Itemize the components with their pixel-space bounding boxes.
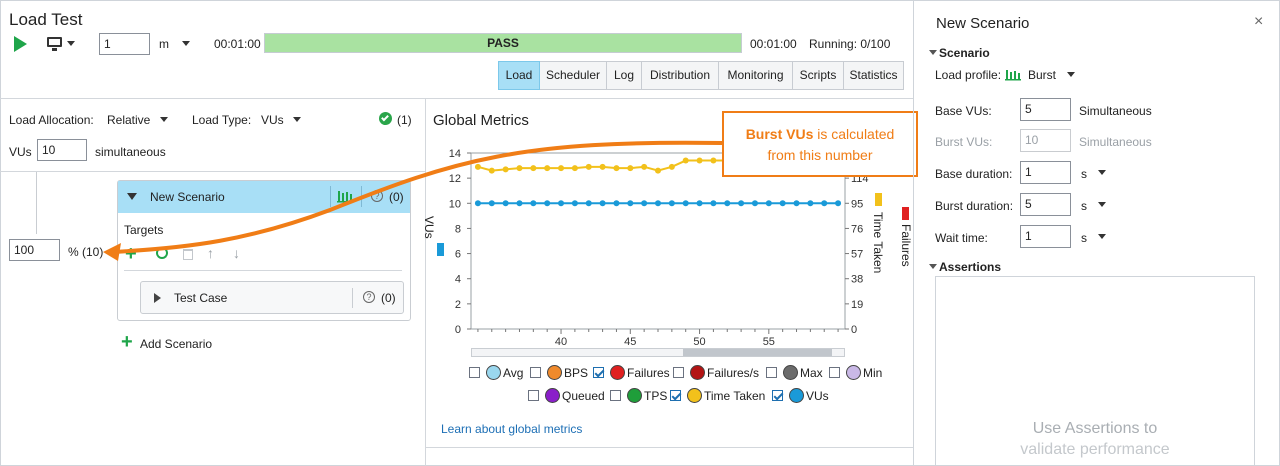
panel-title: New Scenario bbox=[936, 15, 1030, 32]
wait-time-input[interactable]: 1 bbox=[1020, 225, 1071, 248]
burst-vus-suffix: Simultaneous bbox=[1079, 135, 1152, 149]
assertions-area: Use Assertions to validate performance bbox=[935, 276, 1255, 466]
callout-box: Burst VUs is calculated from this number bbox=[722, 111, 918, 177]
chevron-down-icon[interactable] bbox=[1098, 170, 1106, 175]
callout-bold: Burst VUs bbox=[745, 126, 814, 142]
section-assertions: Assertions bbox=[939, 260, 1002, 274]
burst-duration-label: Burst duration: bbox=[935, 199, 1014, 213]
collapse-assertions-icon[interactable] bbox=[929, 264, 937, 269]
load-profile-select[interactable]: Burst bbox=[1028, 68, 1056, 82]
chevron-down-icon[interactable] bbox=[1098, 202, 1106, 207]
chevron-down-icon[interactable] bbox=[1067, 72, 1075, 77]
callout-text: is calculated bbox=[813, 126, 895, 142]
panel-divider bbox=[913, 0, 914, 466]
chevron-down-icon[interactable] bbox=[1098, 234, 1106, 239]
close-icon[interactable]: × bbox=[1254, 13, 1263, 31]
assertions-hint-1: Use Assertions to bbox=[1032, 420, 1158, 437]
burst-vus-input: 10 bbox=[1020, 129, 1071, 152]
collapse-scenario-icon[interactable] bbox=[929, 50, 937, 55]
base-duration-label: Base duration: bbox=[935, 167, 1013, 181]
burst-duration-input[interactable]: 5 bbox=[1020, 193, 1071, 216]
load-profile-label: Load profile: bbox=[935, 68, 1002, 82]
base-duration-input[interactable]: 1 bbox=[1020, 161, 1071, 184]
burst-duration-unit[interactable]: s bbox=[1081, 199, 1087, 213]
section-scenario: Scenario bbox=[939, 46, 990, 60]
assertions-hint-2: validate performance bbox=[1020, 441, 1170, 458]
base-vus-suffix: Simultaneous bbox=[1079, 104, 1152, 118]
burst-vus-label: Burst VUs: bbox=[935, 135, 993, 149]
base-vus-input[interactable]: 5 bbox=[1020, 98, 1071, 121]
wait-time-unit[interactable]: s bbox=[1081, 231, 1087, 245]
base-duration-unit[interactable]: s bbox=[1081, 167, 1087, 181]
base-vus-label: Base VUs: bbox=[935, 104, 992, 118]
burst-chart-icon bbox=[1005, 70, 1021, 81]
wait-time-label: Wait time: bbox=[935, 231, 988, 245]
callout-line2: from this number bbox=[767, 147, 873, 163]
